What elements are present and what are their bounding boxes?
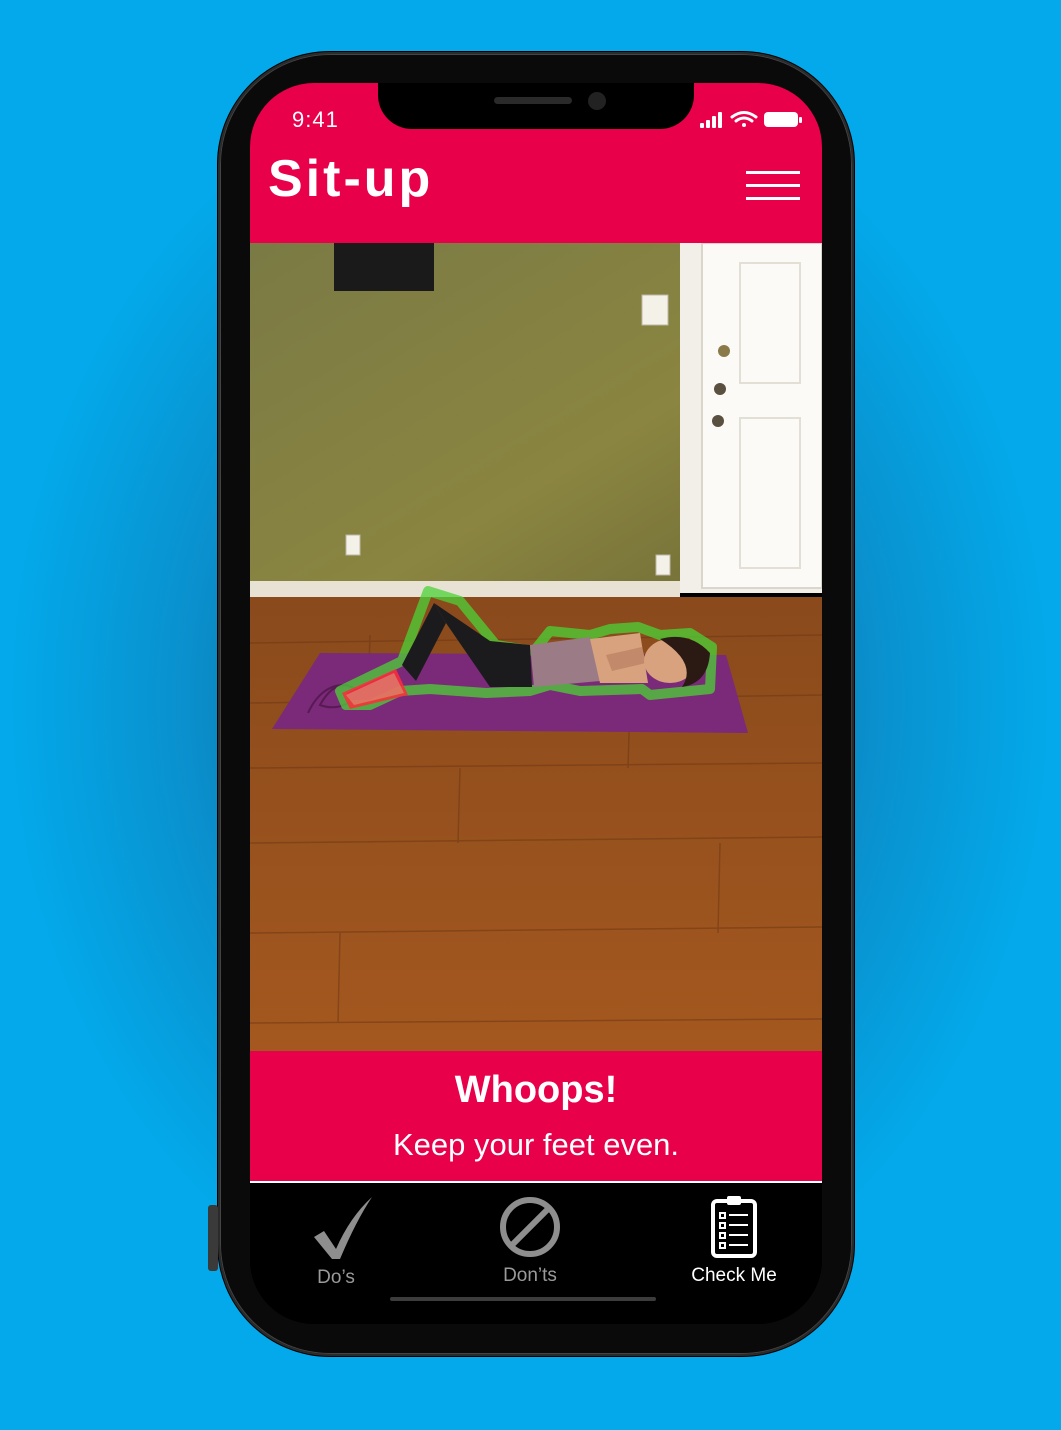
home-indicator: [390, 1297, 656, 1301]
menu-icon-bar: [746, 184, 800, 187]
tab-check-me-label: Check Me: [691, 1265, 777, 1286]
status-time: 9:41: [292, 107, 339, 132]
status-icons: [700, 111, 802, 128]
camera-preview: [250, 243, 822, 1051]
menu-icon-bar: [746, 197, 800, 200]
page-title: Sit-up: [268, 150, 434, 208]
tab-check-me[interactable]: Check Me: [680, 1183, 788, 1303]
app-header: 9:41 Sit-up: [250, 83, 822, 243]
menu-button[interactable]: [746, 169, 802, 203]
menu-icon: [746, 171, 800, 174]
speaker: [494, 97, 572, 104]
tab-dos[interactable]: Do’s: [290, 1183, 382, 1303]
prohibited-icon: [500, 1197, 560, 1257]
signal-icon: [700, 112, 722, 128]
clipboard-checklist-icon: [711, 1196, 757, 1258]
notch: [378, 83, 694, 129]
wifi-icon: [730, 111, 758, 127]
checkmark-icon: [314, 1197, 372, 1259]
side-button: [208, 1205, 218, 1271]
tab-dos-label: Do’s: [317, 1267, 355, 1288]
tab-bar: Do’s Don’ts Check Me: [250, 1181, 822, 1324]
phone-screen: 9:41 Sit-up Whoops! Keep your feet even.…: [250, 83, 822, 1324]
feedback-banner: Whoops! Keep your feet even.: [250, 1051, 822, 1181]
front-camera: [588, 92, 606, 110]
feedback-title: Whoops!: [454, 1069, 618, 1111]
feedback-message: Keep your feet even.: [392, 1127, 680, 1162]
exercise-photo: [250, 243, 822, 1051]
tab-donts-label: Don’ts: [503, 1265, 557, 1286]
tab-donts[interactable]: Don’ts: [480, 1183, 580, 1303]
battery-icon: [764, 112, 802, 127]
